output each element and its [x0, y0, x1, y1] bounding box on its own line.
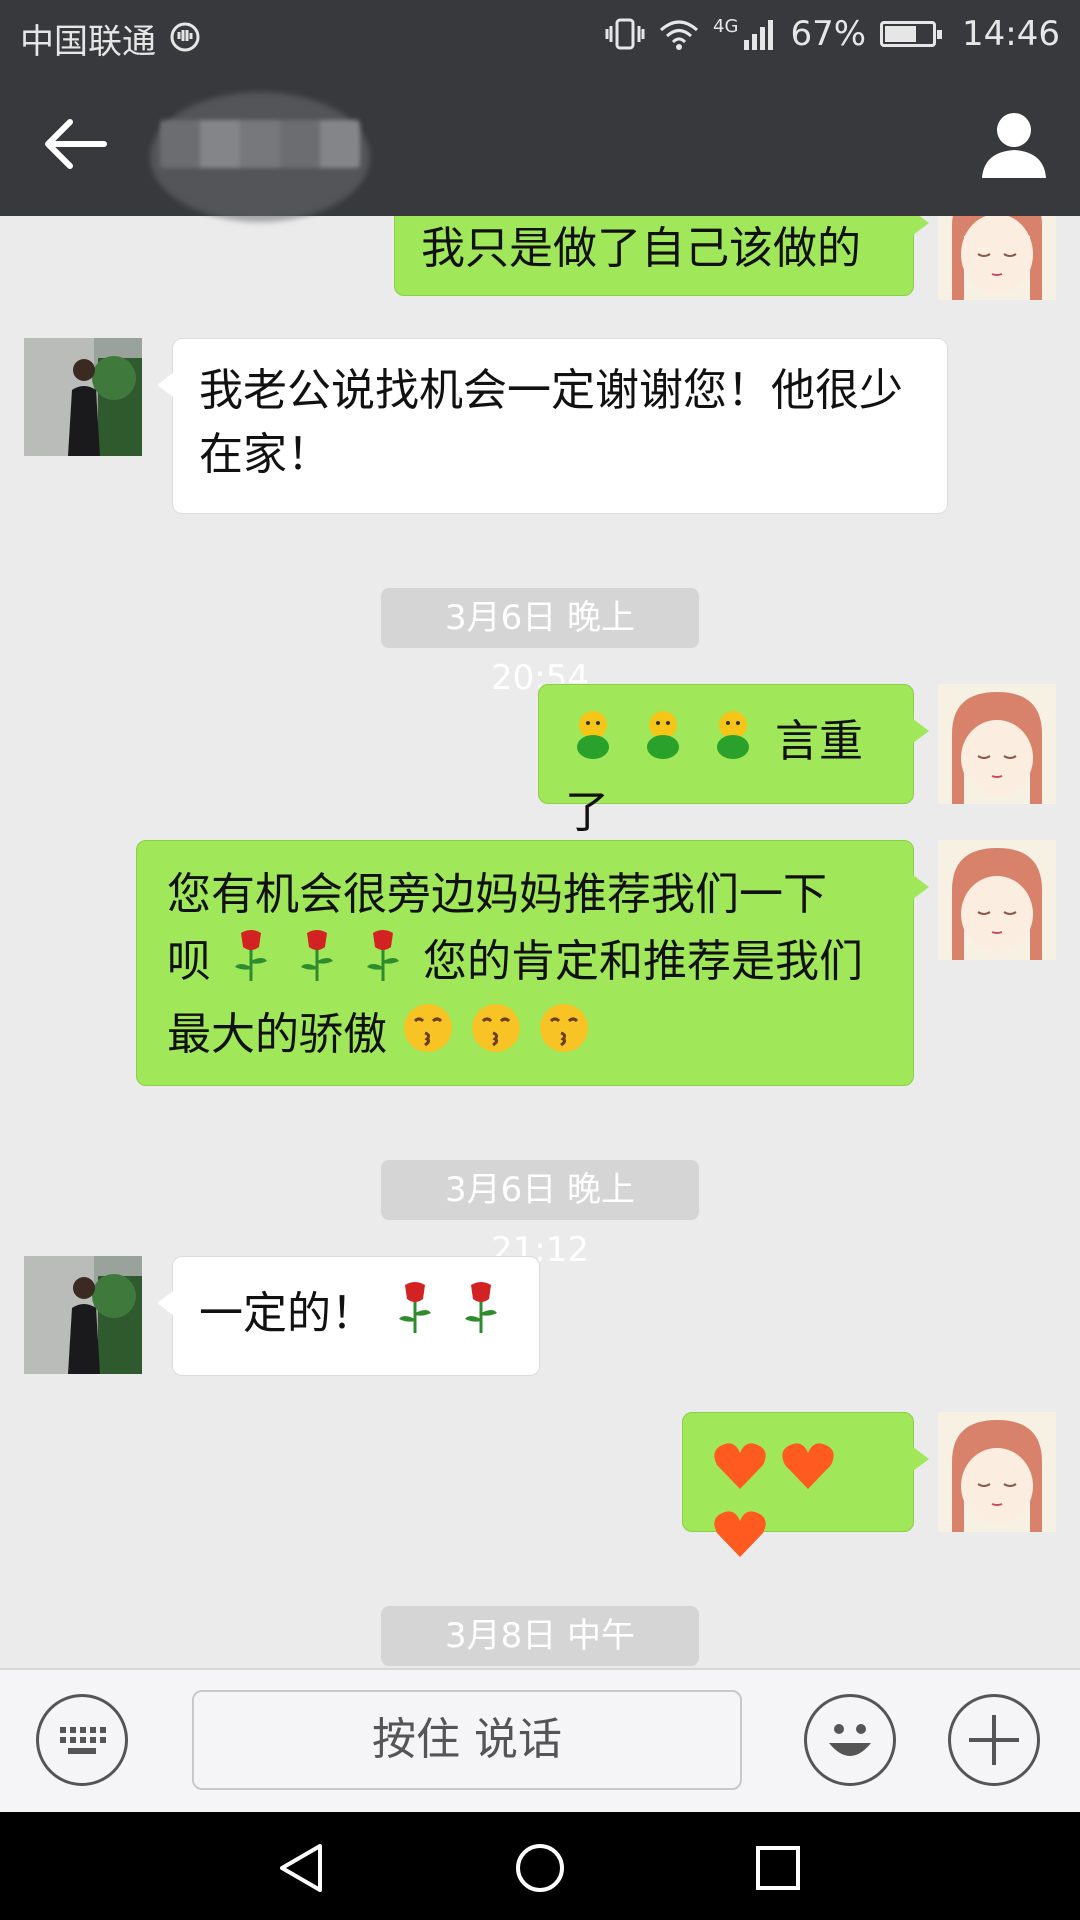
heart-icon [713, 1509, 767, 1577]
message-text: 呗 [167, 936, 211, 987]
nav-recents-icon[interactable] [754, 1844, 802, 1892]
rose-icon [455, 1279, 507, 1353]
message-bubble[interactable]: 我老公说找机会一定谢谢您！他很少在家！ [157, 338, 948, 514]
plus-icon [969, 1715, 1019, 1765]
system-nav-bar [0, 1812, 1080, 1920]
battery-fill [885, 26, 916, 42]
message-row: 我只是做了自己该做的 [0, 216, 1080, 300]
kiss-emoji-icon [401, 1001, 455, 1073]
timestamp: 3月6日 晚上20:54 [381, 588, 699, 698]
my-avatar[interactable] [938, 1412, 1056, 1532]
contact-avatar[interactable] [24, 1256, 142, 1374]
contact-name[interactable] [160, 120, 360, 168]
avatar-image [938, 216, 1056, 300]
rose-icon [357, 927, 409, 1001]
message-row: 言重了 [0, 684, 1080, 838]
timestamp: 3月6日 晚上21:12 [381, 1160, 699, 1270]
emoji-icon [635, 707, 691, 781]
my-avatar[interactable] [938, 840, 1056, 960]
nav-home-icon[interactable] [514, 1842, 566, 1894]
contact-avatar[interactable] [24, 338, 142, 456]
message-text: 最大的骄傲 [167, 1009, 387, 1060]
keyboard-toggle-button[interactable] [36, 1694, 128, 1786]
avatar-image [938, 1412, 1056, 1532]
network-type: 4G [713, 15, 739, 37]
avatar-image [24, 1256, 142, 1374]
message-text: 一定的！ [199, 1288, 375, 1339]
emoji-button[interactable] [804, 1694, 896, 1786]
message-bubble[interactable]: 一定的！ [157, 1256, 540, 1376]
hd-icon [170, 22, 200, 52]
message-bubble[interactable] [682, 1412, 929, 1557]
nav-back-icon[interactable] [276, 1842, 328, 1894]
profile-icon[interactable] [976, 108, 1052, 180]
more-options-button[interactable] [948, 1694, 1040, 1786]
heart-icon [713, 1441, 767, 1509]
chat-header [0, 72, 1080, 222]
emoji-face-icon [829, 1724, 871, 1756]
kiss-emoji-icon [469, 1001, 523, 1073]
timestamp: 3月8日 中午12:00 [381, 1606, 699, 1666]
wifi-icon [660, 20, 699, 50]
vibrate-icon [605, 18, 645, 50]
keyboard-icon [60, 1727, 106, 1754]
hold-to-talk-button[interactable]: 按住 说话 [192, 1690, 742, 1790]
battery-icon [880, 21, 943, 47]
input-bar: 按住 说话 [0, 1668, 1080, 1812]
back-arrow-icon[interactable] [40, 112, 110, 176]
rose-icon [389, 1279, 441, 1353]
battery-percent: 67% [790, 14, 867, 54]
message-bubble[interactable]: 我只是做了自己该做的 [394, 216, 929, 296]
carrier-label: 中国联通 [20, 22, 156, 62]
message-bubble[interactable]: 言重了 [538, 684, 929, 838]
rose-icon [291, 927, 343, 1001]
avatar-image [938, 840, 1056, 960]
chat-area[interactable]: 我只是做了自己该做的 我老公说找机会一定谢谢您！他很少在家！ 3月6日 晚上20… [0, 216, 1080, 1668]
message-row [0, 1412, 1080, 1557]
clock: 14:46 [962, 14, 1060, 54]
signal-icon [744, 20, 774, 50]
heart-icon [781, 1441, 835, 1509]
message-text: 我老公说找机会一定谢谢您！他很少在家！ [199, 365, 903, 480]
my-avatar[interactable] [938, 216, 1056, 300]
rose-icon [225, 927, 277, 1001]
message-text: 您的肯定和推荐是我们 [423, 936, 863, 987]
avatar-image [24, 338, 142, 456]
my-avatar[interactable] [938, 684, 1056, 804]
message-row: 您有机会很旁边妈妈推荐我们一下 呗 您的肯定和推荐是我们 最大的骄傲 [0, 840, 1080, 1088]
kiss-emoji-icon [537, 1001, 591, 1073]
emoji-icon [705, 707, 761, 781]
message-row: 我老公说找机会一定谢谢您！他很少在家！ [0, 338, 1080, 518]
message-row: 一定的！ [0, 1256, 1080, 1380]
avatar-image [938, 684, 1056, 804]
emoji-icon [565, 707, 621, 781]
message-bubble[interactable]: 您有机会很旁边妈妈推荐我们一下 呗 您的肯定和推荐是我们 最大的骄傲 [136, 840, 929, 1086]
message-text: 我只是做了自己该做的 [421, 223, 861, 274]
status-bar: 中国联通 4G 67% 14:46 [0, 0, 1080, 72]
message-text: 您有机会很旁边妈妈推荐我们一下 [167, 869, 827, 920]
